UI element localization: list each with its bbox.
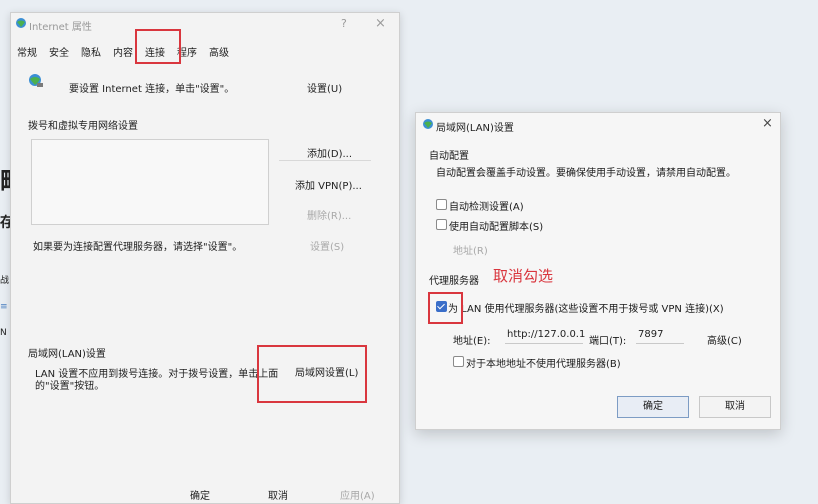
close-button[interactable]: × bbox=[762, 116, 773, 131]
tab-advanced[interactable]: 高级 bbox=[209, 44, 229, 59]
tab-privacy[interactable]: 隐私 bbox=[81, 44, 101, 59]
auto-config-description: 自动配置会覆盖手动设置。要确保使用手动设置，请禁用自动配置。 bbox=[436, 168, 736, 179]
bg-fragment-3: 战 bbox=[0, 276, 10, 286]
advanced-button[interactable]: 高级(C) bbox=[707, 332, 742, 347]
globe-network-icon bbox=[28, 73, 44, 92]
divider bbox=[279, 160, 371, 161]
close-button[interactable]: × bbox=[375, 16, 386, 31]
window-title: Internet 属性 bbox=[29, 22, 92, 33]
dialup-section-label: 拨号和虚拟专用网络设置 bbox=[28, 121, 138, 132]
script-address-label: 地址(R) bbox=[453, 246, 488, 257]
add-button[interactable]: 添加(D)... bbox=[307, 145, 352, 160]
help-button[interactable]: ? bbox=[341, 17, 347, 30]
dialog-title: 局域网(LAN)设置 bbox=[436, 123, 514, 134]
bg-fragment-4: ≡ bbox=[0, 302, 8, 312]
lan-description-line2: 的"设置"按钮。 bbox=[35, 381, 105, 392]
auto-script-label: 使用自动配置脚本(S) bbox=[449, 222, 544, 233]
setup-text: 要设置 Internet 连接，单击"设置"。 bbox=[69, 84, 235, 95]
lan-section-label: 局域网(LAN)设置 bbox=[28, 349, 106, 360]
cancel-button[interactable]: 取消 bbox=[699, 396, 771, 418]
connection-list[interactable] bbox=[31, 139, 269, 225]
globe-icon bbox=[422, 118, 434, 133]
bypass-local-label: 对于本地地址不使用代理服务器(B) bbox=[466, 359, 621, 370]
auto-detect-label: 自动检测设置(A) bbox=[449, 202, 524, 213]
remove-button[interactable]: 删除(R)... bbox=[307, 207, 351, 222]
use-proxy-label: 为 LAN 使用代理服务器(这些设置不用于拨号或 VPN 连接)(X) bbox=[448, 304, 724, 315]
bg-fragment-5: N bbox=[0, 328, 7, 338]
tab-general[interactable]: 常规 bbox=[17, 44, 37, 59]
add-vpn-button[interactable]: 添加 VPN(P)... bbox=[295, 177, 362, 192]
internet-properties-window: Internet 属性 ? × 常规 安全 隐私 内容 连接 程序 高级 要设置… bbox=[10, 12, 400, 504]
bypass-local-checkbox[interactable] bbox=[453, 356, 464, 367]
tab-security[interactable]: 安全 bbox=[49, 44, 69, 59]
proxy-note: 如果要为连接配置代理服务器，请选择"设置"。 bbox=[33, 242, 243, 253]
port-input[interactable]: 7897 bbox=[636, 327, 684, 344]
setup-button[interactable]: 设置(U) bbox=[307, 80, 342, 95]
settings-button[interactable]: 设置(S) bbox=[310, 238, 344, 253]
tab-content[interactable]: 内容 bbox=[113, 44, 133, 59]
highlight-lan-settings-button bbox=[257, 345, 367, 403]
proxy-section-title: 代理服务器 bbox=[429, 276, 479, 287]
auto-detect-checkbox[interactable] bbox=[436, 199, 447, 210]
proxy-address-input[interactable]: http://127.0.0.1 bbox=[505, 327, 585, 344]
proxy-address-label: 地址(E): bbox=[453, 336, 491, 347]
port-label: 端口(T): bbox=[589, 336, 627, 347]
auto-config-title: 自动配置 bbox=[429, 151, 469, 162]
auto-script-checkbox[interactable] bbox=[436, 219, 447, 230]
highlight-connections-tab bbox=[135, 29, 181, 64]
ok-button[interactable]: 确定 bbox=[617, 396, 689, 418]
globe-icon bbox=[15, 17, 27, 32]
lan-settings-dialog: 局域网(LAN)设置 × 自动配置 自动配置会覆盖手动设置。要确保使用手动设置，… bbox=[415, 112, 781, 430]
highlight-proxy-checkbox bbox=[428, 292, 463, 324]
annotation-uncheck: 取消勾选 bbox=[493, 267, 554, 285]
